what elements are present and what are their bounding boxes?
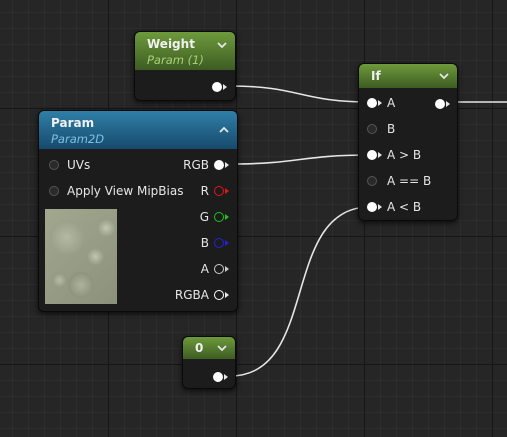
pin-label: G — [199, 210, 209, 224]
pin-label: R — [200, 184, 209, 198]
input-pin-a-gt-b[interactable]: A > B — [365, 147, 435, 163]
output-pin-dot[interactable] — [214, 212, 224, 222]
input-pin-a-lt-b[interactable]: A < B — [365, 199, 435, 215]
input-pin-a[interactable]: A — [365, 95, 425, 111]
pin-label: RGBA — [174, 288, 209, 302]
pin-label: A — [200, 262, 209, 276]
node-subtitle: Param (1) — [147, 53, 204, 67]
node-title: Param — [51, 116, 95, 130]
output-pin-r[interactable]: R — [149, 183, 229, 199]
output-pin-g[interactable]: G — [149, 209, 229, 225]
node-title: Weight — [147, 37, 195, 51]
constant-node-header[interactable]: 0 — [183, 337, 235, 359]
pin-label: B — [387, 122, 396, 136]
wire-const-to-if-altb[interactable] — [229, 206, 371, 377]
output-pin-dot[interactable] — [214, 238, 224, 248]
weight-node[interactable]: Weight Param (1) — [134, 31, 236, 101]
output-pin-dot[interactable] — [214, 290, 224, 300]
node-title: 0 — [195, 341, 204, 355]
input-pin-b[interactable]: B — [365, 121, 425, 137]
output-pin[interactable] — [213, 371, 229, 383]
chevron-down-icon[interactable] — [216, 342, 228, 354]
weight-node-header[interactable]: Weight Param (1) — [135, 32, 235, 70]
chevron-up-icon[interactable] — [218, 124, 230, 136]
input-pin-dot[interactable] — [367, 98, 377, 108]
output-pin-dot[interactable] — [214, 160, 224, 170]
pin-label: RGB — [183, 158, 209, 172]
pin-label: A > B — [387, 148, 422, 162]
output-pin-dot[interactable] — [214, 264, 224, 274]
input-pin-dot[interactable] — [367, 124, 377, 134]
wire-rgb-to-if-agtb[interactable] — [229, 154, 371, 165]
param-node-header[interactable]: Param Param2D — [39, 111, 237, 149]
input-pin-a-eq-b[interactable]: A == B — [365, 173, 445, 189]
pin-label: UVs — [67, 158, 91, 172]
node-subtitle: Param2D — [51, 132, 105, 146]
output-pin[interactable] — [212, 81, 228, 93]
constant-node[interactable]: 0 — [182, 336, 236, 389]
chevron-down-icon[interactable] — [216, 39, 228, 51]
input-pin-dot[interactable] — [49, 160, 59, 170]
pin-label: A == B — [387, 174, 432, 188]
pin-label: A — [387, 96, 396, 110]
chevron-down-icon[interactable] — [438, 70, 450, 82]
node-title: If — [371, 69, 381, 83]
output-pin-dot[interactable] — [214, 186, 224, 196]
input-pin-dot[interactable] — [367, 176, 377, 186]
input-pin-dot[interactable] — [367, 202, 377, 212]
if-node[interactable]: If A B A > B A == B A < B — [358, 63, 458, 221]
output-pin-rgb[interactable]: RGB — [149, 157, 229, 173]
output-pin[interactable] — [435, 98, 451, 110]
output-pin-b[interactable]: B — [149, 235, 229, 251]
pin-label: B — [200, 236, 209, 250]
texture-preview-image — [45, 209, 117, 304]
param-texture-node[interactable]: Param Param2D UVs Apply View MipBias RGB… — [38, 110, 238, 312]
if-node-header[interactable]: If — [359, 64, 457, 88]
input-pin-dot[interactable] — [367, 150, 377, 160]
pin-label: A < B — [387, 200, 422, 214]
input-pin-dot[interactable] — [49, 186, 59, 196]
output-pin-a[interactable]: A — [149, 261, 229, 277]
output-pin-rgba[interactable]: RGBA — [149, 287, 229, 303]
wire-weight-to-if-a[interactable] — [229, 85, 371, 103]
